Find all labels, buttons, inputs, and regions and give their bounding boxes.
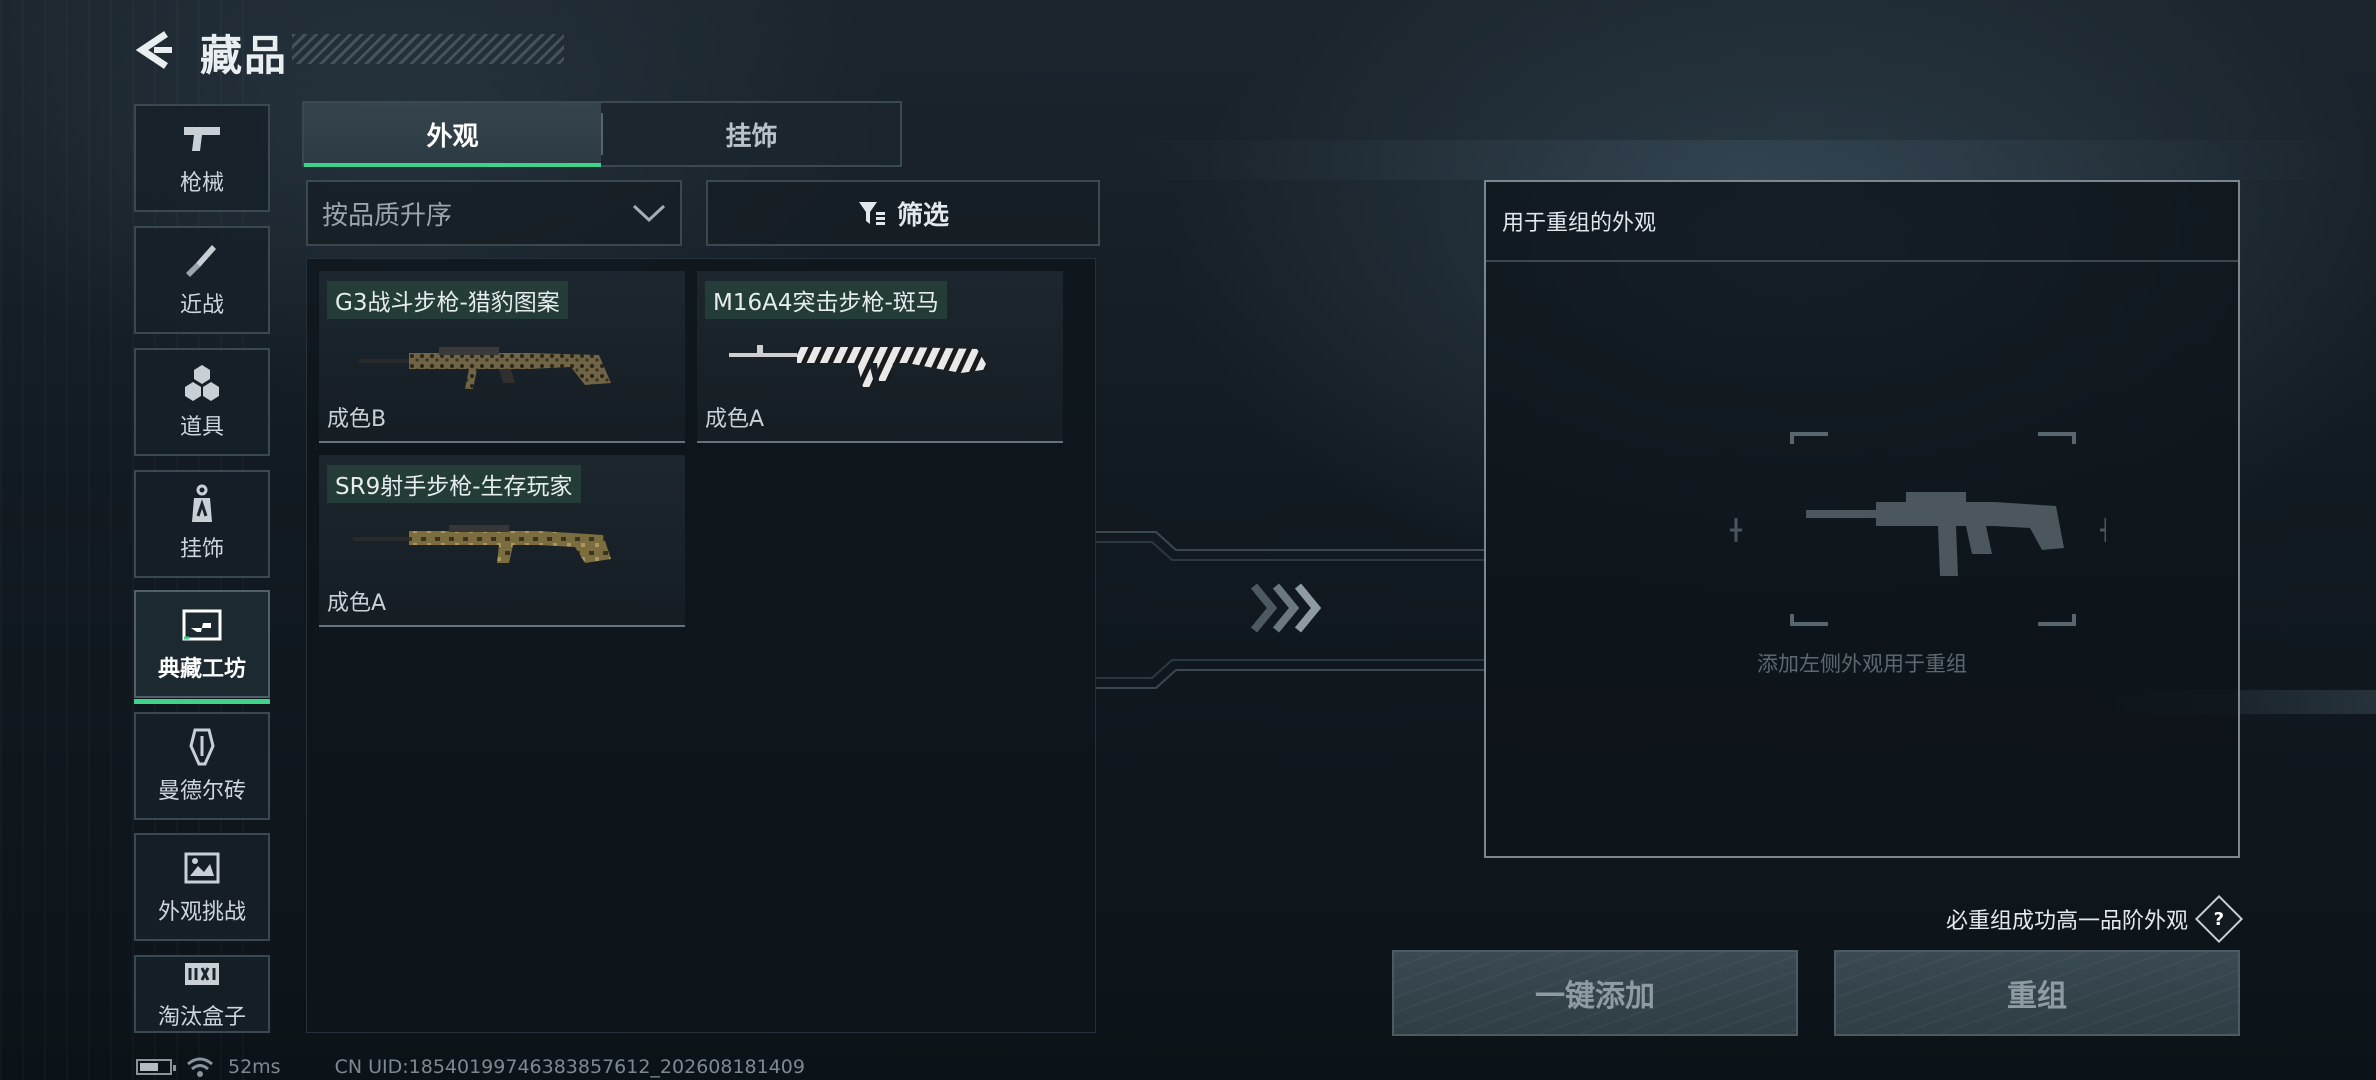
quick-add-button[interactable]: 一键添加 xyxy=(1392,950,1798,1036)
skin-name: M16A4突击步枪-斑马 xyxy=(705,281,947,319)
skin-list-panel: G3战斗步枪-猎豹图案 成色B M16A4突击步枪-斑马 成色A SR9射手步枪… xyxy=(306,258,1096,1033)
sidebar-item-skin-challenge[interactable]: 外观挑战 xyxy=(134,833,270,941)
help-icon-label: ? xyxy=(2213,908,2225,930)
ping-value: 52ms xyxy=(228,1056,281,1078)
forward-chevrons-icon xyxy=(1250,583,1322,633)
back-arrow-icon xyxy=(135,31,172,69)
box-logo-icon xyxy=(180,957,224,991)
screen-root: 藏品 枪械 近战 道具 挂饰 典藏工坊 曼德尔砖 外观挑战 淘汰盒子 外观 挂饰… xyxy=(0,0,2376,1080)
tab-appearance[interactable]: 外观 xyxy=(304,103,601,167)
tab-charms[interactable]: 挂饰 xyxy=(603,103,900,165)
g3-rifle-leopard-image xyxy=(359,347,611,389)
skin-card[interactable]: M16A4突击步枪-斑马 成色A xyxy=(697,271,1063,443)
sidebar-item-props[interactable]: 道具 xyxy=(134,348,270,456)
recombine-button[interactable]: 重组 xyxy=(1834,950,2240,1036)
back-button[interactable] xyxy=(130,26,178,74)
skin-grade: 成色B xyxy=(327,407,387,432)
sidebar-item-label: 典藏工坊 xyxy=(157,657,246,682)
challenge-image-icon xyxy=(180,848,224,888)
target-panel-title: 用于重组的外观 xyxy=(1486,182,2238,262)
battery-level-fill xyxy=(140,1063,158,1071)
sidebar-item-melee[interactable]: 近战 xyxy=(134,226,270,334)
category-tabs: 外观 挂饰 xyxy=(302,101,902,167)
skin-grade: 成色A xyxy=(705,407,765,432)
pistol-icon xyxy=(180,119,224,159)
recombine-target-panel: 用于重组的外观 添加左侧外观用于重组 xyxy=(1484,180,2240,858)
empty-slot-rifle-icon[interactable] xyxy=(1606,432,2106,632)
title-hatch-decoration xyxy=(292,34,564,64)
sidebar-item-label: 近战 xyxy=(179,293,224,318)
sort-dropdown[interactable]: 按品质升序 xyxy=(306,180,682,246)
card-divider xyxy=(697,441,1063,443)
skin-grade: 成色A xyxy=(327,591,387,616)
sort-selected-value: 按品质升序 xyxy=(322,200,453,231)
help-icon[interactable]: ? xyxy=(2194,894,2244,944)
filter-icon xyxy=(858,202,885,225)
chevron-down-icon xyxy=(632,204,666,223)
charm-tag-icon xyxy=(180,484,224,525)
sr9-rifle-survivor-image xyxy=(353,525,611,563)
card-divider xyxy=(319,441,685,443)
sidebar-item-elimination-box[interactable]: 淘汰盒子 xyxy=(134,955,270,1033)
sidebar-item-workshop[interactable]: 典藏工坊 xyxy=(134,590,270,704)
status-bar: 52ms CN UID:18540199746383857612_2026081… xyxy=(136,1056,805,1078)
sidebar-item-charms[interactable]: 挂饰 xyxy=(134,470,270,578)
knife-icon xyxy=(180,241,224,281)
guarantee-text: 必重组成功高一品阶外观 xyxy=(1945,909,2188,934)
guarantee-note: 必重组成功高一品阶外观 ? xyxy=(1945,894,2244,944)
workshop-icon xyxy=(180,605,224,645)
mandel-brick-icon xyxy=(180,727,224,767)
sidebar-item-label: 淘汰盒子 xyxy=(157,1005,246,1030)
page-title: 藏品 xyxy=(200,31,289,80)
skin-card[interactable]: SR9射手步枪-生存玩家 成色A xyxy=(319,455,685,627)
sidebar-item-guns[interactable]: 枪械 xyxy=(134,104,270,212)
sidebar-item-label: 道具 xyxy=(179,415,224,440)
skin-card[interactable]: G3战斗步枪-猎豹图案 成色B xyxy=(319,271,685,443)
wifi-icon xyxy=(187,1057,213,1077)
battery-icon xyxy=(136,1059,176,1075)
sidebar-item-label: 曼德尔砖 xyxy=(157,779,246,804)
filter-label: 筛选 xyxy=(896,200,949,231)
card-divider xyxy=(319,625,685,627)
background-light-band xyxy=(1100,140,2376,180)
skin-name: G3战斗步枪-猎豹图案 xyxy=(327,281,568,319)
sidebar-item-mandel-brick[interactable]: 曼德尔砖 xyxy=(134,712,270,820)
player-uid: CN UID:18540199746383857612_202608181409 xyxy=(334,1056,805,1078)
target-panel-hint: 添加左侧外观用于重组 xyxy=(1757,652,1967,676)
skin-name: SR9射手步枪-生存玩家 xyxy=(327,465,581,503)
hexagon-cluster-icon xyxy=(180,363,224,403)
sidebar-item-label: 挂饰 xyxy=(179,537,224,562)
sidebar-item-label: 枪械 xyxy=(179,171,224,196)
m16a4-rifle-zebra-image xyxy=(729,345,989,387)
filter-button[interactable]: 筛选 xyxy=(706,180,1100,246)
sidebar-item-label: 外观挑战 xyxy=(157,900,246,925)
